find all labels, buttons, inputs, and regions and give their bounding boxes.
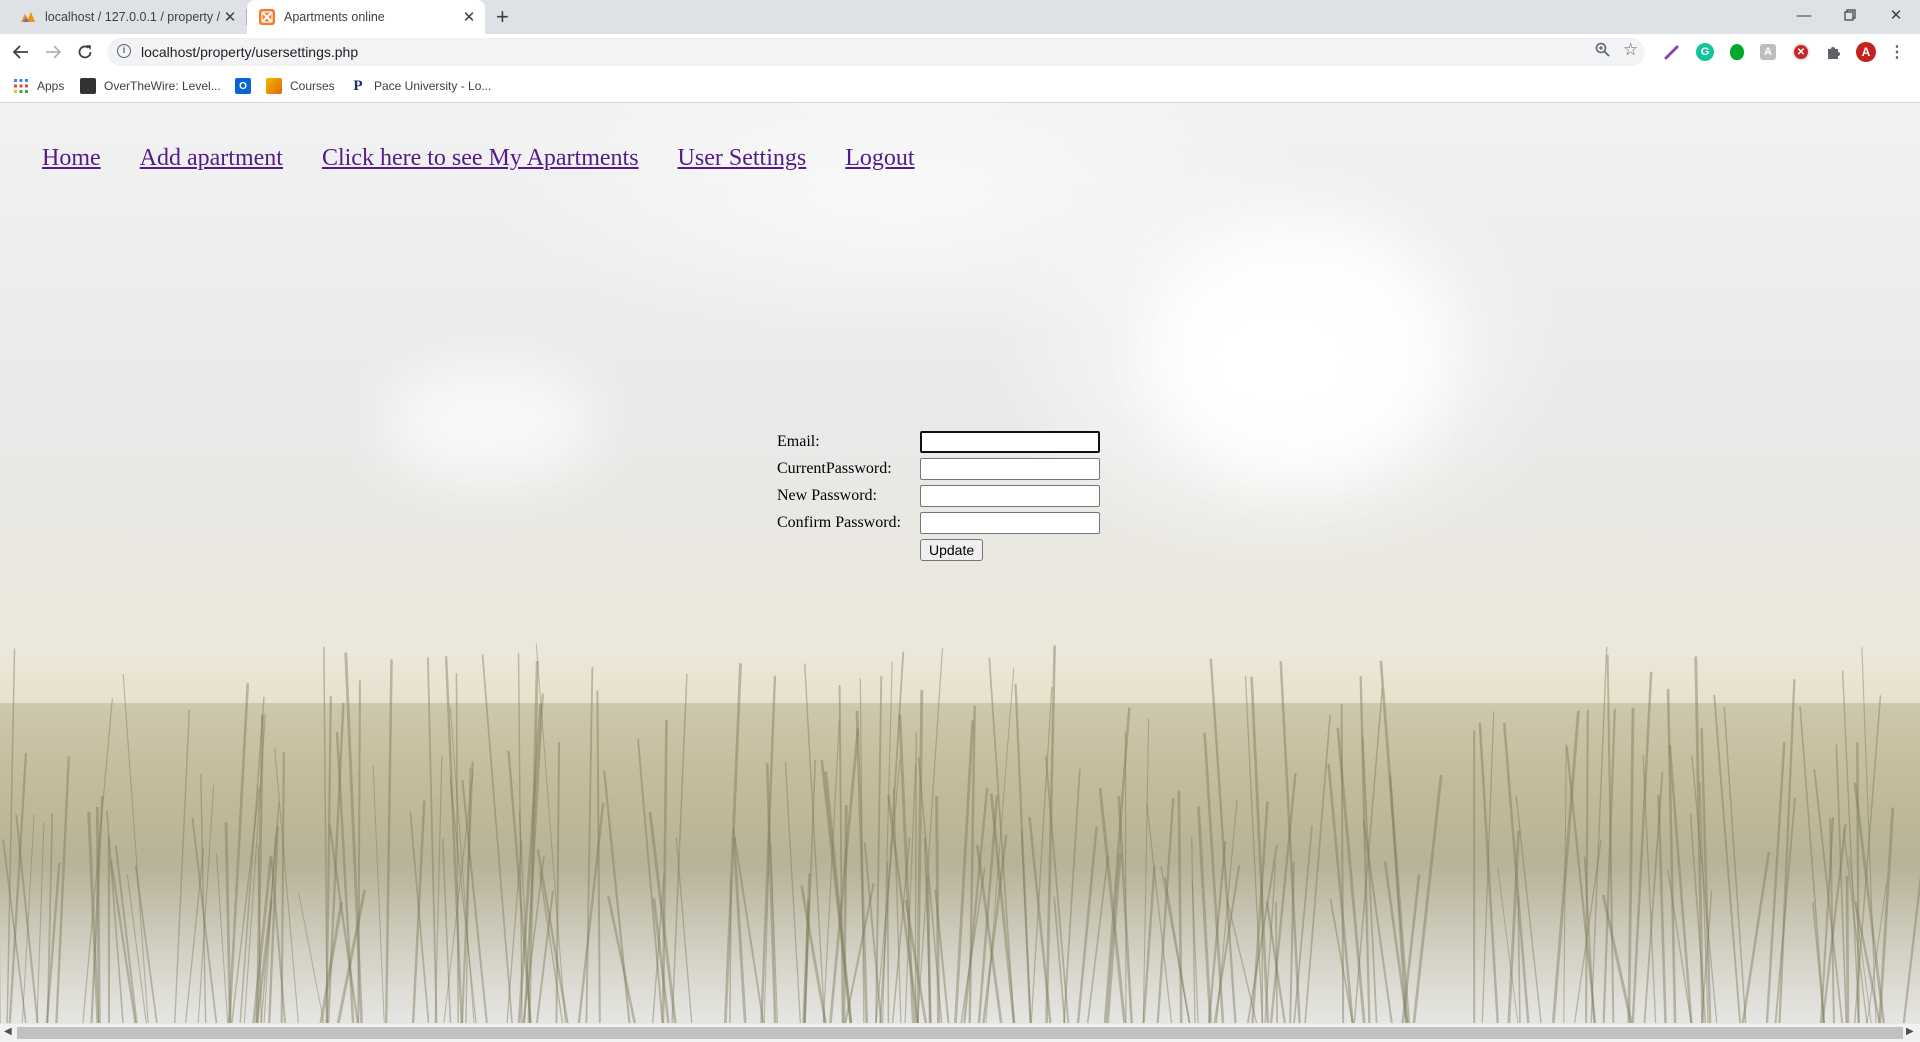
close-tab-icon[interactable]: ✕ bbox=[220, 8, 240, 26]
pace-icon: P bbox=[353, 77, 363, 94]
apps-grid-icon bbox=[13, 78, 29, 94]
nav-logout-link[interactable]: Logout bbox=[845, 145, 914, 172]
bookmarks-bar: Apps OverTheWire: Level... O Courses P P… bbox=[0, 70, 1920, 103]
background-grass-image bbox=[0, 643, 1920, 1023]
url-text[interactable]: localhost/property/usersettings.php bbox=[141, 44, 358, 60]
overthewire-icon bbox=[80, 78, 96, 94]
page-viewport: Home Add apartment Click here to see My … bbox=[0, 103, 1920, 1023]
bookmark-overthewire[interactable]: OverTheWire: Level... bbox=[80, 70, 221, 102]
browser-toolbar: i localhost/property/usersettings.php ☆ … bbox=[0, 34, 1920, 70]
menu-kebab-icon[interactable]: ⋮ bbox=[1888, 43, 1906, 61]
address-bar[interactable]: i localhost/property/usersettings.php ☆ bbox=[107, 38, 1645, 66]
current-password-field[interactable] bbox=[920, 457, 1100, 480]
outlook-icon: O bbox=[235, 78, 251, 94]
tab-phpmyadmin[interactable]: localhost / 127.0.0.1 / property / ✕ bbox=[10, 0, 246, 34]
nav-user-settings-link[interactable]: User Settings bbox=[678, 145, 807, 172]
current-password-label: CurrentPassword: bbox=[777, 459, 892, 477]
new-password-field[interactable] bbox=[920, 484, 1100, 507]
extension-generic-icon[interactable]: A bbox=[1760, 44, 1776, 60]
new-password-label: New Password: bbox=[777, 486, 877, 504]
browser-title-bar: localhost / 127.0.0.1 / property / ✕ Apa… bbox=[0, 0, 1920, 34]
new-password-row: New Password: bbox=[777, 482, 1100, 509]
extensions-puzzle-icon[interactable] bbox=[1824, 43, 1842, 61]
restore-icon[interactable] bbox=[1828, 0, 1872, 30]
bookmark-outlook[interactable]: O bbox=[235, 70, 259, 102]
bookmark-label: Courses bbox=[290, 79, 335, 93]
bookmark-star-icon[interactable]: ☆ bbox=[1623, 40, 1638, 60]
new-tab-button[interactable]: + bbox=[496, 3, 509, 31]
email-row: Email: bbox=[777, 428, 1100, 455]
phpmyadmin-icon bbox=[20, 9, 36, 25]
tab-apartments-online[interactable]: Apartments online ✕ bbox=[247, 0, 485, 34]
confirm-password-row: Confirm Password: bbox=[777, 509, 1100, 536]
courses-icon bbox=[266, 78, 282, 94]
tab-title: localhost / 127.0.0.1 / property / bbox=[45, 10, 220, 24]
nav-add-apartment-link[interactable]: Add apartment bbox=[140, 145, 283, 172]
scroll-left-icon[interactable]: ◀ bbox=[4, 1026, 12, 1037]
submit-row: Update bbox=[777, 539, 1027, 566]
pen-extension-icon[interactable] bbox=[1663, 43, 1681, 61]
background-bokeh bbox=[380, 363, 600, 483]
tab-title: Apartments online bbox=[284, 10, 385, 24]
update-button[interactable]: Update bbox=[920, 539, 984, 561]
bookmark-pace[interactable]: P Pace University - Lo... bbox=[350, 70, 491, 102]
confirm-password-field[interactable] bbox=[920, 511, 1100, 534]
xampp-icon bbox=[259, 9, 275, 25]
horizontal-scrollbar[interactable]: ◀ ▶ bbox=[0, 1023, 1920, 1042]
profile-avatar[interactable]: A bbox=[1856, 42, 1876, 62]
main-nav: Home Add apartment Click here to see My … bbox=[42, 145, 915, 172]
blocker-extension-icon[interactable]: ✕ bbox=[1792, 43, 1810, 61]
bookmark-courses[interactable]: Courses bbox=[266, 70, 335, 102]
scrollbar-thumb[interactable] bbox=[17, 1027, 1903, 1039]
minimize-icon[interactable]: — bbox=[1782, 0, 1826, 30]
grammarly-icon[interactable]: G bbox=[1696, 43, 1714, 61]
email-label: Email: bbox=[777, 432, 820, 450]
bookmark-label: OverTheWire: Level... bbox=[104, 79, 221, 93]
evernote-icon[interactable] bbox=[1728, 43, 1746, 61]
bookmark-label: Pace University - Lo... bbox=[374, 79, 492, 93]
site-info-icon[interactable]: i bbox=[117, 44, 131, 58]
email-field[interactable] bbox=[920, 430, 1100, 453]
back-icon[interactable] bbox=[5, 36, 37, 68]
current-password-row: CurrentPassword: bbox=[777, 455, 1100, 482]
close-window-icon[interactable]: ✕ bbox=[1874, 0, 1918, 30]
zoom-icon[interactable] bbox=[1595, 42, 1610, 61]
nav-home-link[interactable]: Home bbox=[42, 145, 101, 172]
background-sunlight bbox=[1150, 223, 1450, 483]
scroll-right-icon[interactable]: ▶ bbox=[1906, 1026, 1914, 1037]
forward-icon[interactable] bbox=[37, 36, 69, 68]
nav-my-apartments-link[interactable]: Click here to see My Apartments bbox=[322, 145, 639, 172]
bookmark-apps[interactable]: Apps bbox=[13, 70, 64, 102]
reload-icon[interactable] bbox=[69, 36, 101, 68]
bookmark-label: Apps bbox=[37, 79, 65, 93]
confirm-password-label: Confirm Password: bbox=[777, 513, 901, 531]
close-tab-icon[interactable]: ✕ bbox=[459, 8, 479, 26]
